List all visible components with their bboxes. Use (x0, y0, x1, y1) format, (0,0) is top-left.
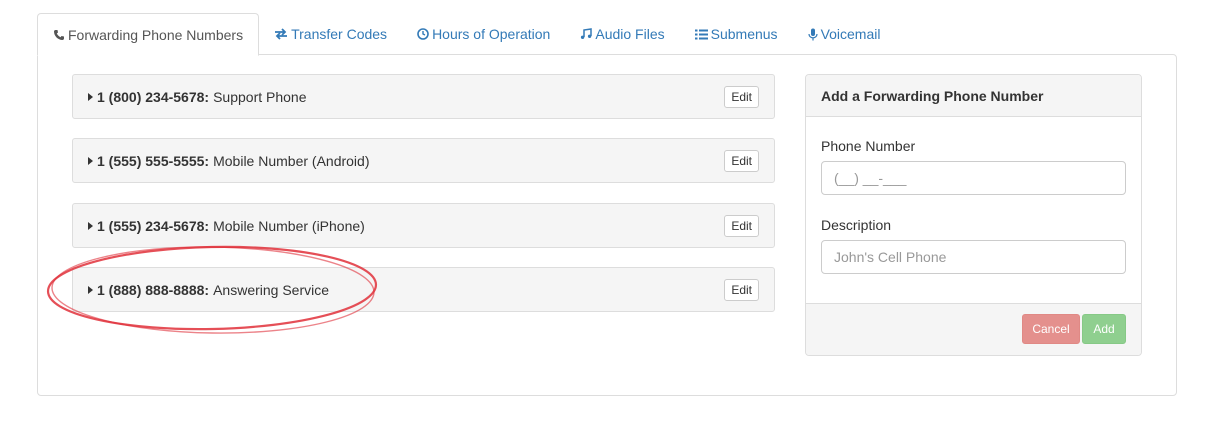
caret-right-icon[interactable] (88, 156, 93, 165)
phone-number-input[interactable] (821, 161, 1126, 195)
phone-number: 1 (888) 888-8888 (97, 281, 205, 298)
edit-button[interactable]: Edit (724, 149, 759, 172)
number-description: Mobile Number (iPhone) (213, 217, 365, 234)
edit-button[interactable]: Edit (724, 85, 759, 108)
exchange-icon (274, 28, 288, 40)
tab-audio-files[interactable]: Audio Files (565, 13, 679, 55)
separator: : (204, 88, 210, 105)
number-description: Support Phone (213, 88, 307, 105)
phone-icon (53, 29, 65, 41)
tab-transfer-codes[interactable]: Transfer Codes (259, 13, 402, 55)
forwarding-number-row[interactable]: 1 (800) 234-5678 : Support Phone Edit (72, 74, 775, 119)
separator: : (204, 217, 210, 234)
list-icon (694, 29, 708, 40)
forwarding-number-row[interactable]: 1 (888) 888-8888 : Answering Service Edi… (72, 267, 775, 312)
tab-forwarding-phone-numbers[interactable]: Forwarding Phone Numbers (37, 13, 260, 56)
caret-right-icon[interactable] (88, 221, 93, 230)
separator: : (204, 281, 210, 298)
cancel-button[interactable]: Cancel (1022, 314, 1080, 344)
tab-label: Voicemail (820, 26, 881, 42)
tab-submenus[interactable]: Submenus (680, 13, 793, 55)
tab-voicemail[interactable]: Voicemail (793, 13, 896, 55)
forwarding-number-row[interactable]: 1 (555) 555-5555 : Mobile Number (Androi… (72, 138, 775, 183)
edit-button[interactable]: Edit (724, 278, 759, 301)
clock-icon (417, 28, 429, 40)
tab-label: Forwarding Phone Numbers (68, 26, 244, 43)
tab-bar: Forwarding Phone Numbers Transfer Codes … (37, 13, 896, 56)
form-title: Add a Forwarding Phone Number (806, 75, 1141, 117)
number-description: Answering Service (213, 281, 330, 298)
phone-number: 1 (555) 234-5678 (97, 217, 205, 234)
forwarding-number-row[interactable]: 1 (555) 234-5678 : Mobile Number (iPhone… (72, 203, 775, 248)
add-forwarding-number-form: Add a Forwarding Phone Number Phone Numb… (805, 74, 1142, 356)
tab-label: Audio Files (595, 26, 665, 42)
tab-label: Hours of Operation (432, 26, 551, 42)
tab-label: Transfer Codes (291, 26, 388, 42)
separator: : (204, 152, 210, 169)
add-button[interactable]: Add (1082, 314, 1126, 344)
caret-right-icon[interactable] (88, 285, 93, 294)
phone-number: 1 (555) 555-5555 (97, 152, 205, 169)
caret-right-icon[interactable] (88, 92, 93, 101)
phone-number-label: Phone Number (821, 138, 916, 154)
form-footer: Cancel Add (806, 303, 1141, 355)
tab-label: Submenus (710, 26, 778, 42)
music-icon (580, 28, 593, 40)
phone-number: 1 (800) 234-5678 (97, 88, 205, 105)
edit-button[interactable]: Edit (724, 214, 759, 237)
number-description: Mobile Number (Android) (213, 152, 370, 169)
microphone-icon (807, 28, 818, 41)
description-label: Description (821, 217, 892, 233)
description-input[interactable] (821, 240, 1126, 274)
tab-hours-of-operation[interactable]: Hours of Operation (402, 13, 565, 55)
